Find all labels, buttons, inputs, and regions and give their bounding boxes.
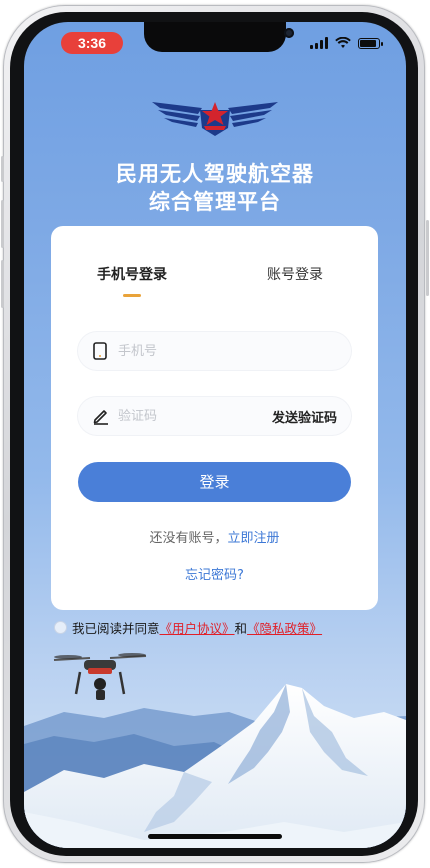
tab-phone-login[interactable]: 手机号登录 xyxy=(97,264,167,284)
mute-switch xyxy=(1,156,4,182)
app-screen: 3:36 民用无人驾驶航空器 综合管理平台 手机号登录 账号登录 手机号 验证码… xyxy=(24,22,406,848)
signal-icon xyxy=(310,37,328,49)
phone-icon xyxy=(93,342,107,360)
send-code-button[interactable]: 发送验证码 xyxy=(272,407,337,426)
wifi-icon xyxy=(335,37,351,48)
agreement-checkbox[interactable] xyxy=(54,621,67,634)
notch xyxy=(144,22,294,52)
code-input[interactable] xyxy=(118,397,268,435)
battery-icon xyxy=(358,37,383,49)
code-field: 发送验证码 xyxy=(78,397,351,435)
tab-account-login[interactable]: 账号登录 xyxy=(267,264,323,284)
camera-icon xyxy=(284,28,294,38)
user-agreement-link[interactable]: 《用户协议》 xyxy=(160,618,235,637)
pencil-icon xyxy=(93,410,108,425)
login-card: 手机号登录 账号登录 发送验证码 登录 还没有账号，立即注册 忘记密码? xyxy=(51,226,378,610)
app-title-line2: 综合管理平台 xyxy=(149,190,281,214)
register-prompt: 还没有账号，立即注册 xyxy=(51,527,378,546)
status-time: 3:36 xyxy=(61,32,123,54)
phone-input[interactable] xyxy=(118,332,268,370)
no-account-text: 还没有账号， xyxy=(149,531,228,546)
login-button[interactable]: 登录 xyxy=(78,462,351,502)
drone-icon xyxy=(53,653,147,700)
agreement-and: 和 xyxy=(234,621,248,636)
agreement-prefix: 我已阅读并同意 xyxy=(72,621,160,636)
agreement-row: 我已阅读并同意 《用户协议》 和 《隐私政策》 xyxy=(54,618,322,637)
privacy-policy-link[interactable]: 《隐私政策》 xyxy=(247,618,322,637)
volume-up-button xyxy=(1,200,4,248)
app-title-line1: 民用无人驾驶航空器 xyxy=(116,162,314,186)
status-icons xyxy=(310,36,383,50)
volume-down-button xyxy=(1,260,4,308)
forgot-password-link[interactable]: 忘记密码? xyxy=(51,564,378,583)
logo-wings-icon xyxy=(152,102,278,136)
home-indicator[interactable] xyxy=(148,834,282,839)
power-button xyxy=(426,220,429,296)
register-link[interactable]: 立即注册 xyxy=(228,531,280,546)
phone-field xyxy=(78,332,351,370)
active-tab-indicator xyxy=(123,294,141,297)
